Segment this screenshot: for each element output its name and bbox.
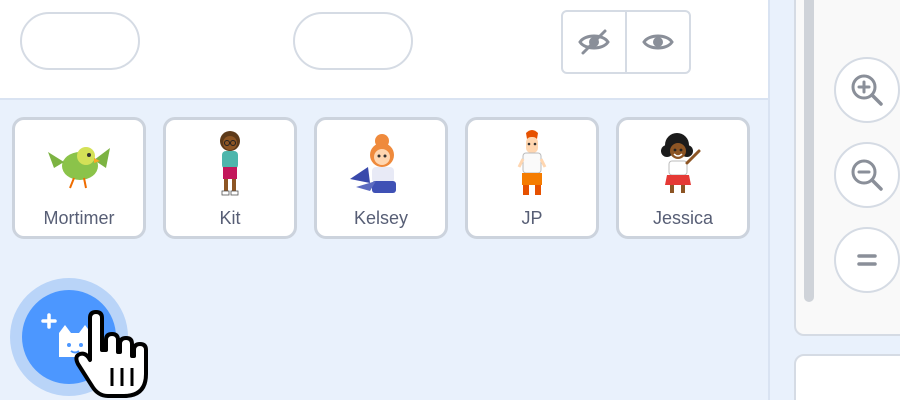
zoom-reset-button[interactable] (834, 227, 900, 293)
sprite-name-input[interactable] (20, 12, 140, 70)
eye-icon (642, 34, 674, 50)
zoom-out-button[interactable] (834, 142, 900, 208)
parrot-icon (15, 126, 143, 202)
hand-cursor-icon (74, 310, 148, 398)
girl-curly-icon (619, 126, 747, 202)
zoom-in-icon (851, 74, 883, 106)
boy-icon (468, 126, 596, 202)
zoom-reset-icon (857, 254, 877, 266)
sprite-info-bar (0, 0, 768, 100)
zoom-in-button[interactable] (834, 57, 900, 123)
sprite-tile-kit[interactable]: Kit (163, 117, 297, 239)
stage-thumbnail-area (794, 354, 900, 400)
vertical-scrollbar[interactable] (804, 0, 814, 302)
sprite-pane: Mortimer Kit Kelsey JP Jessica (0, 0, 900, 400)
stage-panel (768, 0, 900, 400)
x-position-input[interactable] (293, 12, 413, 70)
sprite-name: Kelsey (353, 208, 409, 228)
sprite-name: Jessica (652, 208, 714, 228)
zoom-out-icon (851, 159, 883, 191)
eye-slash-icon (578, 29, 610, 55)
sprite-name: Kit (219, 208, 241, 228)
sprite-tile-jp[interactable]: JP (465, 117, 599, 239)
sprite-name: Mortimer (43, 208, 115, 228)
girl-glasses-icon (166, 126, 294, 202)
sprite-tile-jessica[interactable]: Jessica (616, 117, 750, 239)
girl-cape-icon (317, 126, 445, 202)
visibility-toggle (561, 10, 691, 74)
show-sprite-button[interactable] (625, 12, 689, 72)
sprite-name: JP (521, 208, 543, 228)
sprite-tile-kelsey[interactable]: Kelsey (314, 117, 448, 239)
sprite-tile-mortimer[interactable]: Mortimer (12, 117, 146, 239)
hide-sprite-button[interactable] (563, 12, 625, 72)
